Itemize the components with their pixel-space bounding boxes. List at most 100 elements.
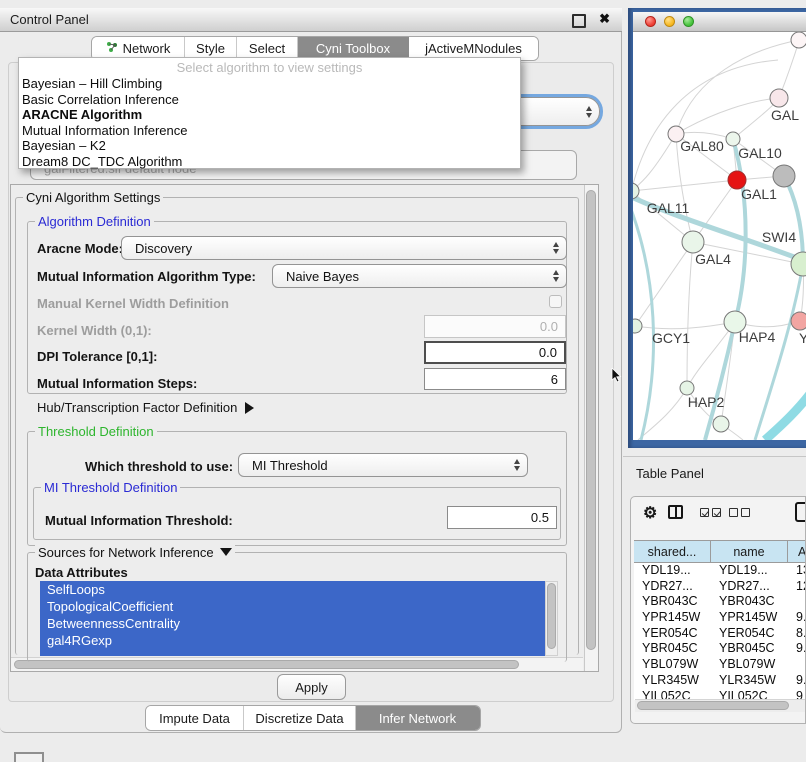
table-row[interactable]: YBR043CYBR043C [634, 594, 806, 610]
document-icon[interactable] [795, 502, 806, 522]
tab-infer-network[interactable]: Infer Network [356, 706, 480, 730]
node-gray[interactable] [773, 165, 795, 187]
columns-icon[interactable] [668, 505, 683, 519]
table-cell[interactable]: YBR045C [711, 641, 788, 657]
apply-button[interactable]: Apply [277, 674, 346, 700]
table-row[interactable]: YLR345WYLR345W9. [634, 673, 806, 689]
network-edge[interactable] [784, 176, 803, 264]
mi-steps-field[interactable]: 6 [424, 368, 566, 390]
table-cell[interactable] [788, 657, 806, 673]
mac-close-button[interactable] [645, 16, 656, 27]
table-cell[interactable]: YBL079W [711, 657, 788, 673]
table-cell[interactable]: 8. [788, 626, 806, 642]
table-cell[interactable]: YPR145W [634, 610, 711, 626]
network-edge[interactable] [635, 322, 735, 329]
table-cell[interactable]: YDR27... [711, 579, 788, 595]
node-bottom-partial[interactable] [713, 416, 729, 432]
mac-minimize-button[interactable] [664, 16, 675, 27]
mi-algorithm-type-combobox[interactable]: Naive Bayes [272, 264, 567, 288]
table-cell[interactable]: YPR145W [711, 610, 788, 626]
node-gal-pink[interactable] [770, 89, 788, 107]
table-cell[interactable]: YBR043C [634, 594, 711, 610]
algorithm-item[interactable]: Bayesian – Hill Climbing [19, 76, 520, 92]
network-edge[interactable] [733, 139, 746, 322]
table-cell[interactable]: 12 [788, 579, 806, 595]
table-cell[interactable]: YLR345W [711, 673, 788, 689]
settings-vscrollbar-thumb[interactable] [586, 190, 596, 650]
tab-discretize-data[interactable]: Discretize Data [244, 706, 356, 730]
table-cell[interactable]: YDL19... [634, 563, 711, 579]
attribute-item[interactable]: gal4RGexp [40, 632, 545, 649]
checked-checkbox-icon[interactable] [712, 508, 721, 517]
table-cell[interactable]: YBR043C [711, 594, 788, 610]
table-row[interactable]: YBR045CYBR045C9. [634, 641, 806, 657]
gear-icon[interactable]: ⚙ [643, 503, 657, 523]
kernel-width-field[interactable]: 0.0 [424, 315, 566, 338]
table-cell[interactable]: 13 [788, 563, 806, 579]
mi-threshold-field[interactable]: 0.5 [447, 506, 557, 529]
data-attributes-list[interactable]: SelfLoopsTopologicalCoefficientBetweenne… [40, 581, 545, 656]
table-cell[interactable]: YLR345W [634, 673, 711, 689]
network-edge[interactable] [633, 194, 654, 440]
control-panel-titlebar[interactable]: Control Panel ✖ [0, 8, 622, 32]
checked-checkbox-icon[interactable] [700, 508, 709, 517]
node-hap2[interactable] [680, 381, 694, 395]
dpi-tolerance-field[interactable]: 0.0 [424, 341, 566, 364]
table-row[interactable]: YDL19...YDL19...13 [634, 563, 806, 579]
table-cell[interactable] [788, 594, 806, 610]
unchecked-checkbox-icon[interactable] [729, 508, 738, 517]
network-edge[interactable] [633, 60, 778, 207]
table-body[interactable]: YDL19...YDL19...13YDR27...YDR27...12YBR0… [634, 563, 806, 700]
algorithm-item[interactable]: Basic Correlation Inference [19, 92, 520, 108]
table-panel-titlebar[interactable]: Table Panel [623, 456, 806, 490]
table-cell[interactable]: YER054C [634, 626, 711, 642]
network-edge[interactable] [633, 180, 737, 191]
network-canvas[interactable]: GALGAL80GAL10GAL1GAL11GAL4SWI4GCY1HAP4YH… [633, 32, 806, 440]
bottom-left-partial-icon[interactable] [14, 752, 44, 762]
aracne-mode-combobox[interactable]: Discovery [121, 236, 567, 260]
table-cell[interactable]: YBR045C [634, 641, 711, 657]
float-window-icon[interactable] [572, 14, 586, 28]
algorithm-item[interactable]: Dream8 DC_TDC Algorithm [19, 154, 520, 170]
table-cell[interactable]: 9. [788, 641, 806, 657]
node-gal4[interactable] [682, 231, 704, 253]
table-cell[interactable]: 9. [788, 610, 806, 626]
node-gcy1[interactable] [633, 319, 642, 333]
which-threshold-combobox[interactable]: MI Threshold [238, 453, 528, 477]
close-icon[interactable]: ✖ [599, 11, 610, 27]
table-row[interactable]: YPR145WYPR145W9. [634, 610, 806, 626]
hub-definition-expander[interactable]: Hub/Transcription Factor Definition [37, 400, 254, 415]
tab-impute-data[interactable]: Impute Data [146, 706, 244, 730]
sources-title[interactable]: Sources for Network Inference [35, 545, 235, 560]
column-header-name[interactable]: name [711, 541, 788, 562]
network-edge[interactable] [687, 242, 693, 388]
attribute-item-partial[interactable] [40, 649, 545, 656]
table-cell[interactable]: YDR27... [634, 579, 711, 595]
table-cell[interactable]: YER054C [711, 626, 788, 642]
manual-kernel-width-checkbox[interactable] [549, 295, 562, 308]
column-header-shared-name[interactable]: shared... [634, 541, 711, 562]
node-gal10[interactable] [726, 132, 740, 146]
network-edge[interactable] [765, 390, 806, 440]
unchecked-checkbox-icon[interactable] [741, 508, 750, 517]
node-top-partial[interactable] [791, 32, 806, 48]
attribute-item[interactable]: SelfLoops [40, 581, 545, 598]
network-edge[interactable] [633, 134, 676, 191]
algorithm-item[interactable]: Mutual Information Inference [19, 123, 520, 139]
table-cell[interactable]: 9. [788, 673, 806, 689]
table-row[interactable]: YBL079WYBL079W [634, 657, 806, 673]
node-salmon[interactable] [791, 312, 806, 330]
mac-zoom-button[interactable] [683, 16, 694, 27]
table-hscrollbar-thumb[interactable] [637, 701, 789, 710]
network-edge[interactable] [676, 98, 779, 134]
algorithm-item[interactable]: ARACNE Algorithm [19, 107, 520, 123]
table-cell[interactable]: YBL079W [634, 657, 711, 673]
column-header-partial[interactable]: A [788, 541, 806, 562]
attribute-item[interactable]: BetweennessCentrality [40, 615, 545, 632]
attributes-vscrollbar-thumb[interactable] [547, 583, 556, 649]
table-row[interactable]: YDR27...YDR27...12 [634, 579, 806, 595]
table-cell[interactable]: YDL19... [711, 563, 788, 579]
attribute-item[interactable]: TopologicalCoefficient [40, 598, 545, 615]
network-window-titlebar[interactable] [633, 12, 806, 32]
table-row[interactable]: YER054CYER054C8. [634, 626, 806, 642]
